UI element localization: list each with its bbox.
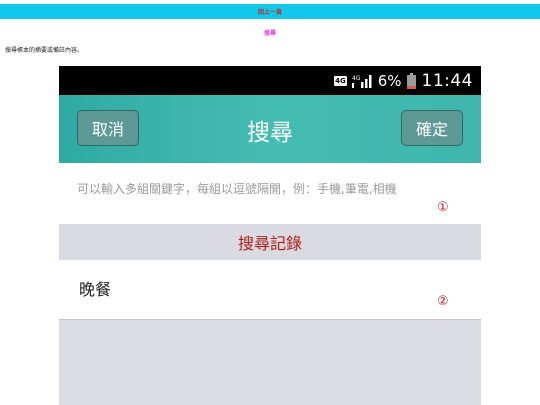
battery-icon [406,72,416,89]
back-link[interactable]: 回上一頁 [258,7,282,16]
network-4g-icon: 4G [334,75,347,86]
signal-icon: 4G [351,74,374,88]
status-bar: 4G 4G 6% 11:44 [59,66,481,95]
history-item-label: 晚餐 [79,280,112,299]
phone-screenshot: 4G 4G 6% 11:44 取消 搜尋 確定 可以輸入多組關鍵字，每組以逗號隔… [59,66,481,405]
svg-text:4G: 4G [352,75,361,82]
search-history-header: 搜尋記錄 [59,224,481,260]
page-title: 搜尋 [263,30,276,37]
clock: 11:44 [421,70,473,91]
battery-percent: 6% [377,71,402,90]
page-description: 搜尋帳本的摘要或備註內容。 [5,47,84,54]
search-input[interactable] [77,182,457,196]
annotation-marker-1: ① [437,200,449,215]
search-area: ① [59,163,481,224]
page: 回上一頁 搜尋 搜尋帳本的摘要或備註內容。 4G 4G 6% 11:44 取消 … [0,0,540,405]
confirm-button[interactable]: 確定 [401,110,463,146]
history-item[interactable]: 晚餐 ② [59,260,481,320]
annotation-marker-2: ② [437,294,449,309]
app-header: 取消 搜尋 確定 [59,95,481,163]
top-nav-bar: 回上一頁 [0,4,540,19]
